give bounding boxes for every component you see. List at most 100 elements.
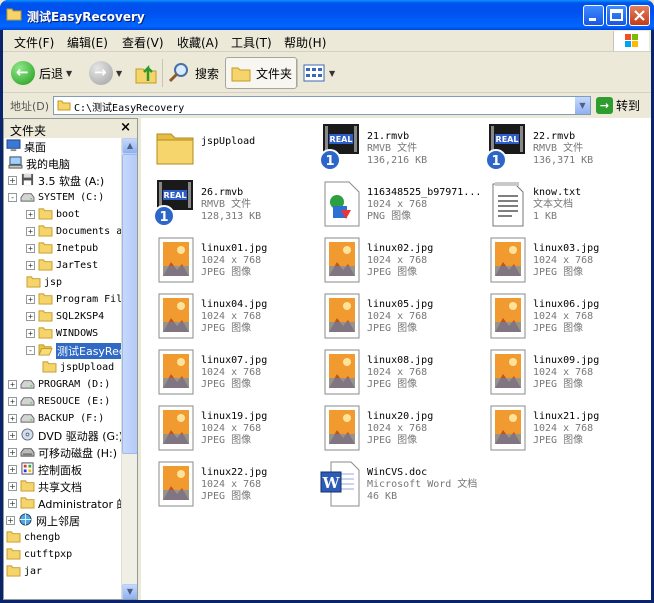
maximize-button[interactable] — [606, 5, 627, 26]
file-item[interactable]: linux20.jpg 1024 x 768 JPEG 图像 — [311, 402, 476, 458]
file-item[interactable]: linux02.jpg 1024 x 768 JPEG 图像 — [311, 234, 476, 290]
tree-item[interactable]: + 控制面板 — [8, 461, 82, 478]
file-item[interactable]: know.txt 文本文档 1 KB — [477, 178, 642, 234]
tree-item[interactable]: + SQL2KSP4 — [26, 308, 104, 325]
address-path[interactable]: C:\测试EasyRecovery — [74, 99, 184, 114]
file-item[interactable]: 116348525_b97971... 1024 x 768 PNG 图像 — [311, 178, 479, 234]
file-item[interactable]: linux01.jpg 1024 x 768 JPEG 图像 — [145, 234, 310, 290]
menu-tools[interactable]: 工具(T) — [231, 34, 272, 51]
folder-tree-scrollbar[interactable]: ▲ ▼ — [121, 138, 137, 599]
expand-icon[interactable]: + — [26, 329, 35, 338]
file-item[interactable]: linux05.jpg 1024 x 768 JPEG 图像 — [311, 290, 476, 346]
file-detail: JPEG 图像 — [367, 435, 418, 446]
search-button[interactable]: 搜索 — [167, 57, 219, 89]
tree-item[interactable]: - SYSTEM (C:) — [8, 189, 104, 206]
tree-item[interactable]: + Inetpub — [26, 240, 98, 257]
file-item[interactable]: linux04.jpg 1024 x 768 JPEG 图像 — [145, 290, 310, 346]
file-item[interactable]: REAL 1 21.rmvb RMVB 文件 136,216 KB — [311, 122, 476, 178]
folder-icon — [38, 292, 53, 308]
expand-icon[interactable]: + — [26, 295, 35, 304]
views-button[interactable]: ▼ — [302, 57, 335, 89]
file-item[interactable]: linux21.jpg 1024 x 768 JPEG 图像 — [477, 402, 642, 458]
expand-icon[interactable]: + — [8, 397, 17, 406]
realplayer-icon: REAL 1 — [485, 124, 529, 172]
tree-item[interactable]: jar — [6, 563, 42, 580]
tree-item[interactable]: + RESOUCE (E:) — [8, 393, 110, 410]
menu-file[interactable]: 文件(F) — [14, 34, 54, 51]
file-item[interactable]: linux09.jpg 1024 x 768 JPEG 图像 — [477, 346, 642, 402]
tree-item[interactable]: + BACKUP (F:) — [8, 410, 104, 427]
file-item[interactable]: W WinCVS.doc Microsoft Word 文档 46 KB — [311, 458, 477, 514]
expand-icon[interactable]: + — [8, 431, 17, 440]
views-dropdown-icon[interactable]: ▼ — [329, 69, 335, 78]
expand-icon[interactable]: + — [8, 465, 17, 474]
forward-dropdown-icon[interactable]: ▼ — [116, 69, 122, 78]
folder-pane-close-button[interactable]: × — [120, 120, 131, 135]
tree-item[interactable]: cutftpxp — [6, 546, 72, 563]
expand-icon[interactable]: + — [26, 210, 35, 219]
tree-item[interactable]: + WINDOWS — [26, 325, 98, 342]
minimize-button[interactable] — [583, 5, 604, 26]
go-button[interactable]: → 转到 — [596, 95, 640, 115]
address-dropdown-icon[interactable]: ▼ — [574, 97, 590, 114]
expand-icon[interactable]: + — [8, 499, 17, 508]
tree-item[interactable]: +3.5 软盘 (A:) — [8, 172, 104, 189]
tree-item[interactable]: + 可移动磁盘 (H:) — [8, 444, 117, 461]
folder-pane: 文件夹 × 桌面 我的电脑 +3.5 软盘 (A:) - SYSTEM (C:) + boo… — [3, 118, 138, 600]
file-detail: 136,216 KB — [367, 155, 428, 166]
file-type: 1024 x 768 — [367, 311, 428, 322]
expand-icon[interactable]: + — [26, 312, 35, 321]
file-item[interactable]: linux07.jpg 1024 x 768 JPEG 图像 — [145, 346, 310, 402]
collapse-icon[interactable]: - — [8, 193, 17, 202]
up-folder-button[interactable] — [134, 57, 158, 89]
expand-icon[interactable]: + — [26, 261, 35, 270]
expand-icon[interactable]: + — [26, 244, 35, 253]
tree-item[interactable]: jspUpload — [42, 359, 114, 376]
tree-item[interactable]: + boot — [26, 206, 80, 223]
tree-item[interactable]: chengb — [6, 529, 60, 546]
scroll-up-icon[interactable]: ▲ — [122, 138, 137, 154]
expand-icon[interactable]: + — [6, 516, 15, 525]
menu-view[interactable]: 查看(V) — [122, 34, 164, 51]
file-item[interactable]: linux06.jpg 1024 x 768 JPEG 图像 — [477, 290, 642, 346]
file-item[interactable]: REAL 1 22.rmvb RMVB 文件 136,371 KB — [477, 122, 642, 178]
file-item[interactable]: linux22.jpg 1024 x 768 JPEG 图像 — [145, 458, 310, 514]
file-item[interactable]: linux08.jpg 1024 x 768 JPEG 图像 — [311, 346, 476, 402]
file-item[interactable]: linux19.jpg 1024 x 768 JPEG 图像 — [145, 402, 310, 458]
expand-icon[interactable]: + — [8, 380, 17, 389]
tree-item[interactable]: 我的电脑 — [8, 155, 70, 172]
scroll-down-icon[interactable]: ▼ — [122, 584, 137, 599]
tree-item[interactable]: 桌面 — [6, 138, 46, 155]
tree-item[interactable]: + Documents and Settings — [26, 223, 121, 240]
back-button[interactable]: ← 后退 ▼ — [11, 57, 72, 89]
forward-button[interactable]: → ▼ — [89, 57, 122, 89]
close-button[interactable] — [629, 5, 650, 26]
folders-button[interactable]: 文件夹 — [225, 57, 298, 89]
scrollbar-thumb[interactable] — [122, 154, 137, 454]
tree-item[interactable]: + 共享文档 — [8, 478, 82, 495]
tree-item[interactable]: - 测试EasyRecovery — [26, 342, 121, 359]
expand-icon[interactable]: + — [8, 414, 17, 423]
file-item[interactable]: REAL 1 26.rmvb RMVB 文件 128,313 KB — [145, 178, 310, 234]
tree-item-label: WINDOWS — [56, 328, 99, 339]
tree-item[interactable]: + Administrator 的文档 — [8, 495, 121, 512]
expand-icon[interactable]: + — [8, 176, 17, 185]
expand-icon[interactable]: + — [8, 448, 17, 457]
menu-favorites[interactable]: 收藏(A) — [177, 34, 219, 51]
address-field[interactable]: C:\测试EasyRecovery ▼ — [53, 96, 591, 115]
tree-item[interactable]: + 网上邻居 — [6, 512, 80, 529]
file-item[interactable]: jspUpload — [145, 122, 310, 178]
collapse-icon[interactable]: - — [26, 346, 35, 355]
tree-item[interactable]: jsp — [26, 274, 62, 291]
tree-item[interactable]: + DVD 驱动器 (G:) — [8, 427, 121, 444]
tree-item[interactable]: + Program Files — [26, 291, 121, 308]
expand-icon[interactable]: + — [26, 227, 35, 236]
menu-help[interactable]: 帮助(H) — [284, 34, 326, 51]
back-dropdown-icon[interactable]: ▼ — [66, 69, 72, 78]
expand-icon[interactable]: + — [8, 482, 17, 491]
menu-edit[interactable]: 编辑(E) — [67, 34, 108, 51]
tree-item[interactable]: + JarTest — [26, 257, 98, 274]
title-bar[interactable]: 测试EasyRecovery — [0, 0, 654, 30]
tree-item[interactable]: + PROGRAM (D:) — [8, 376, 110, 393]
file-item[interactable]: linux03.jpg 1024 x 768 JPEG 图像 — [477, 234, 642, 290]
